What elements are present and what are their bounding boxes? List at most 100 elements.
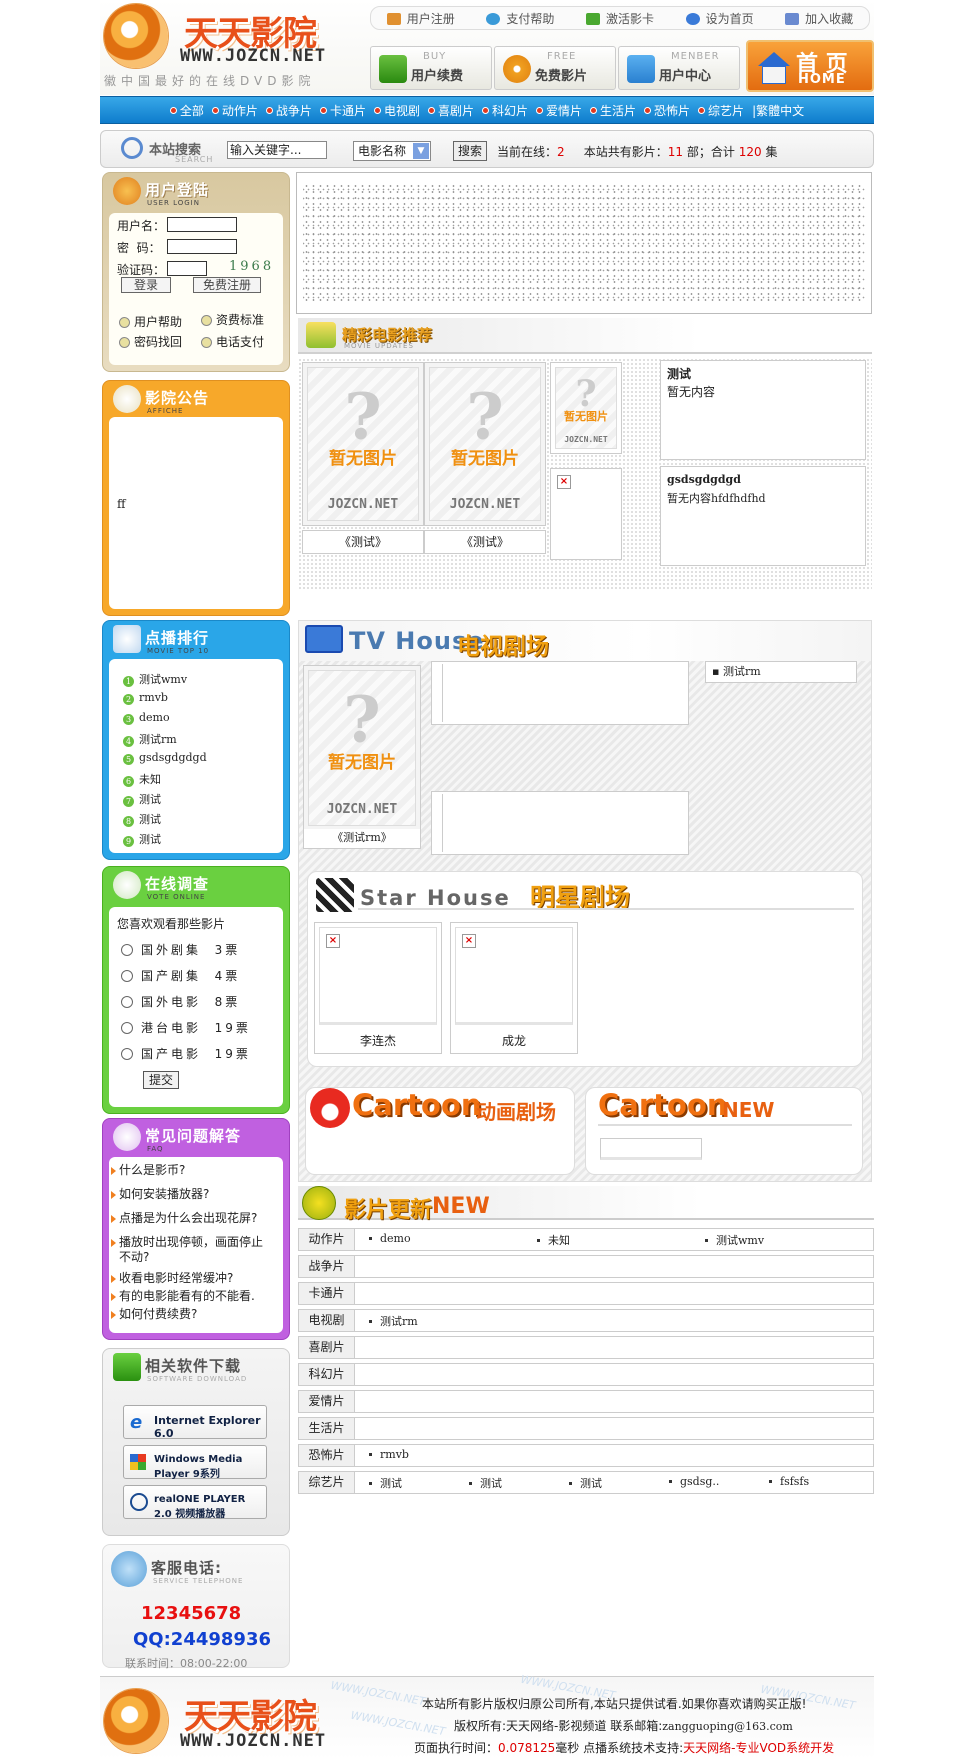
add-favorite-link[interactable]: 加入收藏: [785, 10, 853, 27]
menu-item[interactable]: 全部: [169, 102, 204, 119]
update-row: 电视剧 测试rm: [298, 1309, 874, 1332]
logo-icon: [104, 4, 168, 68]
list-item[interactable]: 6 未知: [123, 771, 161, 787]
vote-option[interactable]: 国产剧集 4票: [121, 967, 240, 984]
tv-caption[interactable]: 《测试rm》: [303, 829, 421, 849]
search-type-select[interactable]: 电影名称 ▼: [353, 141, 431, 161]
list-item[interactable]: 3 demo: [123, 711, 170, 725]
movie-thumb[interactable]: ? 暂无图片 JOZCN.NET: [550, 362, 622, 454]
menu-item[interactable]: 喜剧片: [427, 102, 474, 119]
tv-poster[interactable]: ? 暂无图片 JOZCN.NET: [303, 665, 421, 831]
footer-logo[interactable]: 天天影院 WWW.JOZCN.NET: [104, 1683, 344, 1759]
menu-item[interactable]: 电视剧: [373, 102, 420, 119]
menu-item[interactable]: 卡通片: [319, 102, 366, 119]
buy-button[interactable]: BUY 用户续费: [370, 46, 492, 90]
list-item[interactable]: 5 gsdsgdgdgd: [123, 751, 207, 765]
radio-icon[interactable]: [121, 1048, 133, 1060]
email-link[interactable]: zangguoping@163.com: [662, 1720, 793, 1733]
chevron-down-icon: ▼: [413, 143, 429, 159]
radio-icon[interactable]: [121, 996, 133, 1008]
star-card[interactable]: × 成龙: [450, 922, 578, 1054]
captcha-input[interactable]: [167, 261, 207, 276]
movie-caption[interactable]: 《测试》: [302, 530, 424, 554]
radio-icon[interactable]: [121, 970, 133, 982]
favorite-icon: [785, 12, 800, 25]
update-item[interactable]: fsfsfs: [769, 1475, 809, 1488]
menu-item[interactable]: 战争片: [265, 102, 312, 119]
ie-download-link[interactable]: e Internet Explorer 6.0: [123, 1405, 267, 1440]
faq-item[interactable]: 播放时出现停顿，画面停止不动?: [111, 1235, 269, 1265]
radio-icon[interactable]: [121, 944, 133, 956]
menu-item[interactable]: 科幻片: [481, 102, 528, 119]
member-center-button[interactable]: MENBER 用户中心: [618, 46, 740, 90]
movie-thumb[interactable]: ×: [550, 468, 622, 560]
set-homepage-link[interactable]: 设为首页: [685, 10, 754, 27]
house-icon: [758, 52, 790, 66]
update-item[interactable]: demo: [369, 1232, 411, 1245]
movie-poster[interactable]: ? 暂无图片 JOZCN.NET: [424, 362, 546, 526]
list-item[interactable]: 7 测试: [123, 791, 161, 807]
user-icon: [113, 177, 141, 205]
faq-item[interactable]: 如何安装播放器?: [111, 1187, 269, 1202]
home-button[interactable]: 首 页 HOME: [746, 40, 874, 92]
update-item[interactable]: 测试: [469, 1475, 502, 1491]
update-item[interactable]: 未知: [537, 1232, 570, 1248]
vote-option[interactable]: 国产电影 19票: [121, 1045, 251, 1062]
search-input[interactable]: 输入关键字...: [227, 141, 327, 159]
tv-icon: [305, 625, 343, 653]
realone-download-link[interactable]: realONE PLAYER 2.0 视频播放器: [123, 1485, 267, 1520]
list-item[interactable]: 8 测试: [123, 811, 161, 827]
update-item[interactable]: 测试rm: [369, 1313, 418, 1329]
vote-option[interactable]: 国外剧集 3票: [121, 941, 240, 958]
menu-item[interactable]: 综艺片: [698, 102, 744, 119]
menu-item[interactable]: 爱情片: [536, 102, 582, 119]
movie-info[interactable]: gsdsgdgdgd 暂无内容hfdfhdfhd: [660, 466, 866, 566]
vote-option[interactable]: 港台电影 19票: [121, 1019, 251, 1036]
bullet-icon: [373, 106, 381, 114]
search-button[interactable]: 搜索: [453, 141, 487, 161]
faq-item[interactable]: 收看电影时经常缓冲?: [111, 1271, 269, 1286]
support-link[interactable]: 天天网络-专业VOD系统开发: [683, 1741, 834, 1755]
tv-list-item[interactable]: ▪ 测试rm: [705, 661, 857, 683]
update-item[interactable]: 测试: [569, 1475, 602, 1491]
cartoon-new-section: Cartoon NEW: [585, 1087, 863, 1175]
vote-option[interactable]: 国外电影 8票: [121, 993, 240, 1010]
list-item[interactable]: 4 测试rm: [123, 731, 177, 747]
movie-caption[interactable]: 《测试》: [424, 530, 546, 554]
user-help-link[interactable]: 用户帮助: [119, 313, 182, 330]
menu-item[interactable]: 动作片: [211, 102, 258, 119]
register-link[interactable]: 用户注册: [386, 10, 455, 27]
login-button[interactable]: 登录: [121, 277, 171, 293]
menu-item[interactable]: 生活片: [590, 102, 636, 119]
update-item[interactable]: rmvb: [369, 1448, 409, 1461]
password-input[interactable]: [167, 239, 237, 254]
register-button[interactable]: 免费注册: [193, 277, 261, 293]
pricing-link[interactable]: 资费标准: [201, 311, 264, 328]
list-item[interactable]: 9 测试: [123, 831, 161, 847]
category-menu: 全部 动作片 战争片 卡通片 电视剧 喜剧片 科幻片 爱情片 生活片 恐怖片 综…: [100, 96, 874, 124]
faq-item[interactable]: 点播是为什么会出现花屏?: [111, 1211, 269, 1226]
radio-icon[interactable]: [121, 1022, 133, 1034]
traditional-chinese-link[interactable]: |繁體中文: [752, 102, 804, 119]
menu-item[interactable]: 恐怖片: [644, 102, 690, 119]
update-item[interactable]: 测试: [369, 1475, 402, 1491]
phone-pay-link[interactable]: 电话支付: [201, 333, 264, 350]
list-item[interactable]: 1 测试wmv: [123, 671, 187, 687]
update-item[interactable]: gsdsg..: [669, 1475, 719, 1488]
site-logo[interactable]: 天天影院 WWW.JOZCN.NET: [104, 4, 344, 74]
faq-item[interactable]: 如何付费续费?: [111, 1307, 269, 1322]
list-item[interactable]: 2 rmvb: [123, 691, 168, 705]
password-recovery-link[interactable]: 密码找回: [119, 333, 182, 350]
wmp-download-link[interactable]: Windows Media Player 9系列: [123, 1445, 267, 1480]
update-item[interactable]: 测试wmv: [705, 1232, 764, 1248]
free-movies-button[interactable]: FREE 免费影片: [494, 46, 616, 90]
activate-card-link[interactable]: 激活影卡: [585, 10, 654, 27]
vote-submit-button[interactable]: 提交: [143, 1071, 179, 1089]
faq-item[interactable]: 有的电影能看有的不能看.: [111, 1289, 269, 1304]
star-card[interactable]: × 李连杰: [314, 922, 442, 1054]
username-input[interactable]: [167, 217, 237, 232]
pay-help-link[interactable]: 支付帮助: [486, 10, 554, 27]
movie-poster[interactable]: ? 暂无图片 JOZCN.NET: [302, 362, 424, 526]
movie-info[interactable]: 测试 暂无内容: [660, 360, 866, 460]
faq-item[interactable]: 什么是影币?: [111, 1163, 269, 1178]
